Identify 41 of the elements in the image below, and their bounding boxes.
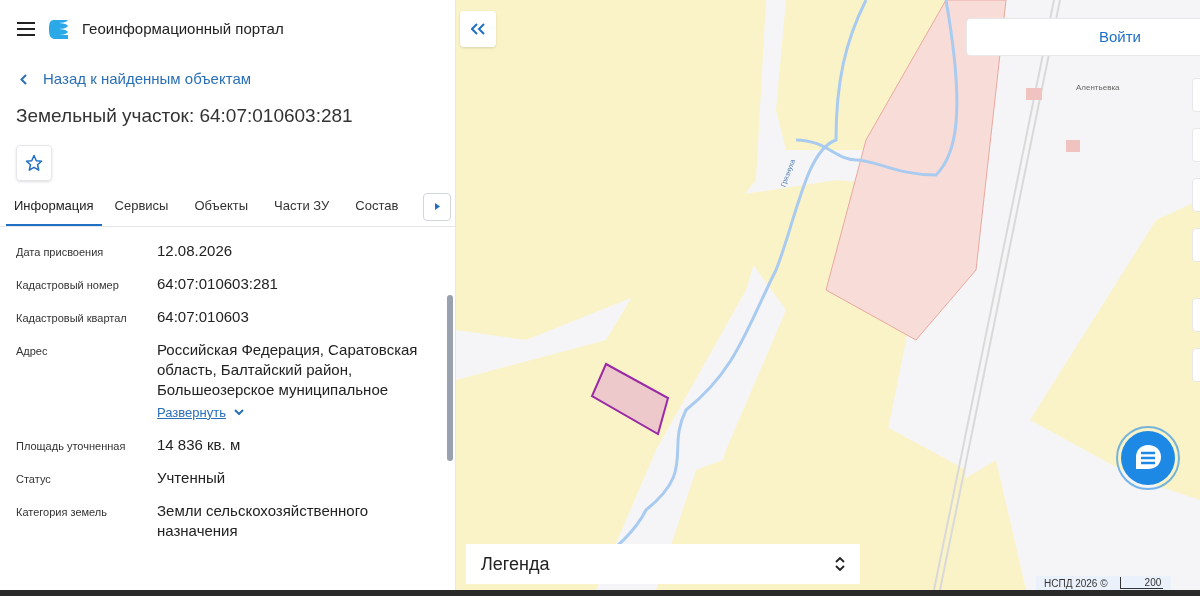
field-label: Адрес [16,343,49,359]
field-label: Кадастровый квартал [16,310,128,326]
field-value: 64:07:010603 [157,306,250,327]
chat-icon [1121,431,1175,485]
field-value: 12.08.2026 [157,240,234,261]
tab[interactable]: Состав [342,196,412,226]
object-title: Земельный участок: 64:07:010603:281 [15,104,354,128]
chat-button[interactable] [1116,426,1180,490]
tab[interactable]: Части ЗУ [261,196,343,226]
field-value: Учтенный [157,468,227,488]
map-attribution: НСПД 2026 © [1044,576,1108,590]
expand-link[interactable]: Развернуть [157,402,244,422]
chevron-left-icon [20,73,27,85]
tab[interactable]: Объекты [181,196,262,226]
field-label: Статус [16,472,52,487]
tab[interactable]: Сервисы [101,196,182,226]
field-value: 14 836 кв. м [157,435,242,455]
favorite-button[interactable] [16,144,52,181]
chevron-down-icon [233,409,244,416]
back-link[interactable]: Назад к найденным объектам [0,66,455,92]
expand-collapse-icon [835,556,845,572]
caret-right-icon [434,203,440,210]
field-label: Дата присвоения [16,244,105,260]
tab-scroll-button[interactable] [423,192,451,221]
field-label: Кадастровый номер [16,277,120,293]
legend-dropdown[interactable]: Легенда [466,544,860,584]
field-value: Земли сельскохозяйственного назначения [157,501,370,541]
tab[interactable]: Информация [6,196,102,226]
field-label: Площадь уточненная [16,439,127,454]
star-icon [25,153,43,172]
portal-title: Геоинформационный портал [82,18,284,39]
logo-icon [48,19,70,39]
double-chevron-left-icon [471,23,485,35]
login-button[interactable]: Войти [966,18,1200,56]
place-label: Алентьевка [1076,82,1120,94]
menu-icon[interactable] [16,22,36,36]
field-value: 64:07:010603:281 [157,273,279,294]
scale-bar: 200 [1119,577,1164,589]
collapse-panel-button[interactable] [460,11,496,47]
field-value: Российская Федерация, Саратовская область, Балтайский район, Большеозерское муниципальное [157,339,419,400]
field-label: Категория земель [16,505,108,520]
